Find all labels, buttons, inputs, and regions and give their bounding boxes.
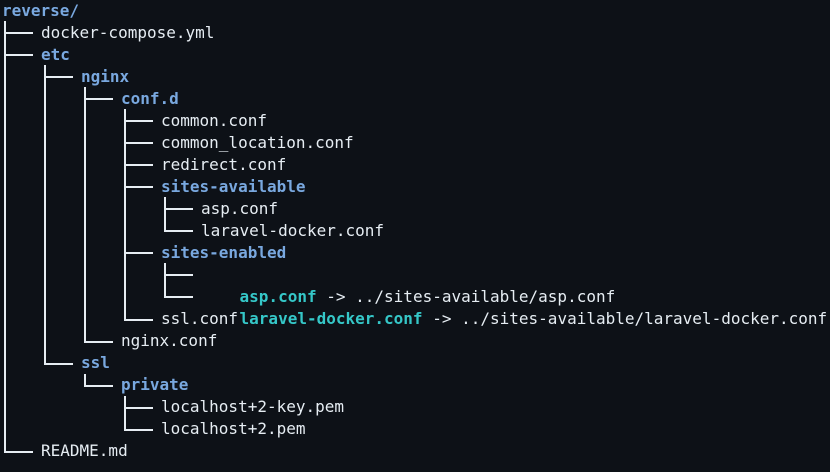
- tree-dir-etc[interactable]: etc: [41, 44, 70, 66]
- tree-item-readme[interactable]: README.md: [41, 440, 128, 462]
- tree-item-localhost-pem[interactable]: localhost+2.pem: [161, 418, 306, 440]
- tree-item-redirect-conf[interactable]: redirect.conf: [161, 154, 286, 176]
- tree-root-label[interactable]: reverse/: [2, 0, 79, 22]
- tree-item-localhost-key-pem[interactable]: localhost+2-key.pem: [161, 396, 344, 418]
- terminal-window: reverse/ docker-compose.yml etc nginx co…: [0, 0, 830, 472]
- symlink-name[interactable]: laravel-docker.conf: [240, 309, 423, 328]
- tree-dir-conf-d[interactable]: conf.d: [121, 88, 179, 110]
- tree-item-laravel-docker-conf[interactable]: laravel-docker.conf: [201, 220, 384, 242]
- tree-dir-sites-available[interactable]: sites-available: [161, 176, 306, 198]
- tree-dir-sites-enabled[interactable]: sites-enabled: [161, 242, 286, 264]
- tree-item-docker-compose[interactable]: docker-compose.yml: [41, 22, 214, 44]
- tree-item-nginx-conf[interactable]: nginx.conf: [121, 330, 217, 352]
- tree-symlink-asp-conf[interactable]: asp.conf -> ../sites-available/asp.conf: [201, 264, 616, 306]
- symlink-arrow: ->: [432, 309, 452, 328]
- tree-item-common-location-conf[interactable]: common_location.conf: [161, 132, 354, 154]
- tree-symlink-laravel-docker-conf[interactable]: laravel-docker.conf -> ../sites-availabl…: [201, 286, 828, 328]
- tree-item-common-conf[interactable]: common.conf: [161, 110, 267, 132]
- tree-dir-ssl[interactable]: ssl: [81, 352, 110, 374]
- symlink-target: ../sites-available/laravel-docker.conf: [461, 309, 828, 328]
- tree-item-ssl-conf[interactable]: ssl.conf: [161, 308, 238, 330]
- tree-dir-private[interactable]: private: [121, 374, 188, 396]
- tree-item-asp-conf[interactable]: asp.conf: [201, 198, 278, 220]
- tree-dir-nginx[interactable]: nginx: [81, 66, 129, 88]
